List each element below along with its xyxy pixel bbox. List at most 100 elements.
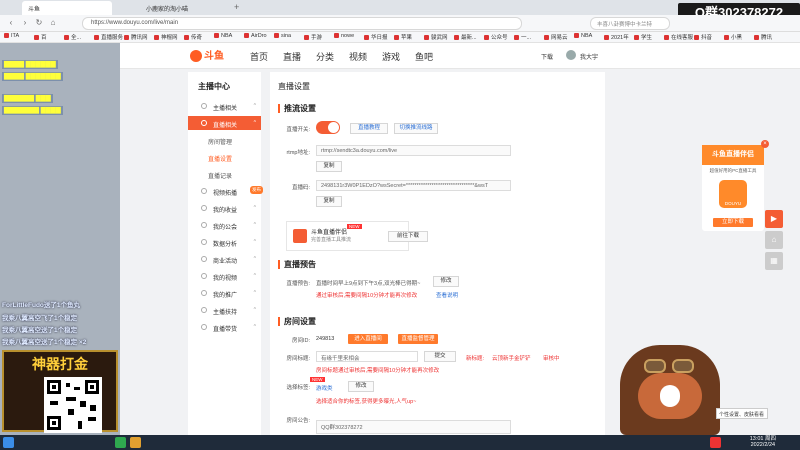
sidebar-item-label: 主播相关 xyxy=(213,106,238,112)
play-icon[interactable]: ▶ xyxy=(765,210,783,228)
bookmark-item[interactable]: 手游 xyxy=(304,33,322,41)
sidebar-item[interactable]: ^ 数据分析 xyxy=(188,235,261,249)
bookmark-item[interactable]: 腾讯 xyxy=(754,33,772,41)
sidebar-item-label: 房间管理 xyxy=(208,140,233,146)
nav-game[interactable]: 游戏 xyxy=(382,50,400,63)
tutorial-button[interactable]: 直播教程 xyxy=(350,123,388,134)
notice-edit-button[interactable]: 修改 xyxy=(433,276,459,287)
sidebar-item[interactable]: ^ 我的推广 xyxy=(188,286,261,300)
category-value[interactable]: 游戏类 xyxy=(316,384,333,392)
bookmark-item[interactable]: 直播服务 xyxy=(94,33,123,41)
home-icon[interactable]: ⌂ xyxy=(48,18,58,28)
avatar[interactable] xyxy=(566,50,576,60)
copy-rtmp-button[interactable]: 复制 xyxy=(316,161,342,172)
bookmark-item[interactable]: 小黑 xyxy=(724,33,742,41)
sidebar-item[interactable]: 直播记录 xyxy=(188,167,261,181)
grid-icon[interactable]: ▦ xyxy=(765,252,783,270)
sidebar-item[interactable]: ^ 直播带货 xyxy=(188,320,261,334)
notice-help-link[interactable]: 查看说明 xyxy=(436,291,458,299)
sidebar-item[interactable]: ^ 直播相关 xyxy=(188,116,261,130)
bookmark-icon xyxy=(724,35,729,41)
bookmark-item[interactable]: 公众号 xyxy=(484,33,508,41)
ad-close-icon[interactable]: × xyxy=(761,140,769,148)
category-edit-button[interactable]: 修改 xyxy=(348,381,374,392)
gift-line: 我乘八翼高空送了1个稳定 ×2 xyxy=(2,339,87,346)
sidebar-item[interactable]: 直播设置 xyxy=(188,150,261,164)
ad-download-button[interactable]: 立即下载 xyxy=(713,218,753,227)
room-title-input[interactable]: 有缘千里来相会 xyxy=(316,351,418,362)
sidebar-item[interactable]: ^ 我的收益 xyxy=(188,201,261,215)
clock[interactable]: 13:01 周四 2022/2/24 xyxy=(750,436,776,448)
bookmark-item[interactable]: 2021年 xyxy=(604,33,629,41)
bookmark-item[interactable]: AirDro xyxy=(244,33,267,39)
rtmp-field[interactable]: rtmp://sendtc3a.douyu.com/live xyxy=(316,145,511,156)
sidebar-item[interactable]: ^ 主播相关 xyxy=(188,99,261,113)
new-tab-icon[interactable]: + xyxy=(234,2,239,12)
enter-room-button[interactable]: 进入直播间 xyxy=(348,334,388,344)
companion-download-button[interactable]: 前往下载 xyxy=(388,231,428,242)
start-icon[interactable] xyxy=(3,437,14,448)
new-badge: NEW xyxy=(347,224,362,229)
douyu-logo[interactable]: 斗鱼 xyxy=(190,47,230,63)
bookmark-icon xyxy=(364,35,369,41)
sidebar-item-label: 我的视频 xyxy=(213,276,238,282)
bookmark-item[interactable]: 学生 xyxy=(634,33,652,41)
copy-code-button[interactable]: 复制 xyxy=(316,196,342,207)
nav-category[interactable]: 分类 xyxy=(316,50,334,63)
bookmark-item[interactable]: NBA xyxy=(574,33,592,39)
bookmark-item[interactable]: 在线客服 xyxy=(664,33,693,41)
bookmark-item[interactable]: 华日报 xyxy=(364,33,388,41)
bookmark-item[interactable]: 网易云 xyxy=(544,33,568,41)
app-icon[interactable] xyxy=(115,437,126,448)
nav-home[interactable]: 首页 xyxy=(250,50,268,63)
sidebar-item[interactable]: ^ 我的公会 xyxy=(188,218,261,232)
url-input[interactable]: https://www.douyu.com/live/main xyxy=(82,17,522,30)
tab-second[interactable]: 小鹿家的淘小喵 xyxy=(140,1,230,15)
bookmark-item[interactable]: 骏武网 xyxy=(424,33,448,41)
chevron-icon: ^ xyxy=(253,205,256,211)
bookmark-item[interactable]: NBA xyxy=(214,33,232,39)
category-hint: 选择适合你的标签,获得更多曝光,人气up~ xyxy=(316,399,417,405)
bookmark-label: 小黑 xyxy=(731,35,743,41)
bookmark-item[interactable]: 最新... xyxy=(454,33,477,41)
sidebar-item[interactable]: ^ 商业活动 xyxy=(188,252,261,266)
sidebar-item[interactable]: ^视频拓播发布 xyxy=(188,184,263,198)
notice-warning: 通过审核后,需要间隔10分钟才能再次修改 xyxy=(316,293,418,299)
bookmark-item[interactable]: 全... xyxy=(64,33,81,41)
bookmark-item[interactable]: 腾讯网 xyxy=(124,33,148,41)
sidebar-item[interactable]: ^ 我的视频 xyxy=(188,269,261,283)
forward-icon[interactable]: › xyxy=(20,18,30,28)
bookmark-item[interactable]: 传奇 xyxy=(184,33,202,41)
room-manage-button[interactable]: 直播监督管理 xyxy=(398,334,438,344)
tray-icon[interactable] xyxy=(710,437,721,448)
stream-code-field[interactable]: 2498131r3W0P1EDzO?wsSecret=*************… xyxy=(316,180,511,191)
bookmark-item[interactable]: 抖音 xyxy=(694,33,712,41)
username[interactable]: 我大宇 xyxy=(580,52,598,61)
submit-title-button[interactable]: 提交 xyxy=(424,351,456,362)
refresh-icon[interactable]: ↻ xyxy=(34,18,44,28)
bookmark-item[interactable]: 苹果 xyxy=(394,33,412,41)
sidebar-icon xyxy=(201,120,207,126)
room-notice-field[interactable]: QQ群302378272 xyxy=(316,420,511,434)
bookmark-item[interactable]: 神棍网 xyxy=(154,33,178,41)
switch-line-button[interactable]: 切换推流线路 xyxy=(394,123,438,134)
sidebar-item[interactable]: ^ 主播扶持 xyxy=(188,303,261,317)
home-icon[interactable]: ⌂ xyxy=(765,231,783,249)
chevron-icon: ^ xyxy=(253,103,256,109)
bookmark-item[interactable]: nowe xyxy=(334,33,354,39)
bookmark-item[interactable]: 百 xyxy=(34,33,47,41)
bookmark-item[interactable]: 一... xyxy=(514,33,531,41)
sidebar-icon xyxy=(201,103,207,109)
browser-search-input[interactable]: 丰喜八卦赛博中卡兰特 xyxy=(590,17,670,30)
tab-douyu[interactable]: 斗鱼 xyxy=(22,1,112,15)
sidebar-item[interactable]: 房间管理 xyxy=(188,133,261,147)
nav-yuba[interactable]: 鱼吧 xyxy=(415,50,433,63)
download-link[interactable]: 下载 xyxy=(541,52,553,61)
nav-video[interactable]: 视频 xyxy=(349,50,367,63)
bookmark-item[interactable]: ITA xyxy=(4,33,19,39)
live-switch-toggle[interactable] xyxy=(316,121,340,134)
bookmark-item[interactable]: sina xyxy=(274,33,291,39)
app-icon[interactable] xyxy=(130,437,141,448)
back-icon[interactable]: ‹ xyxy=(6,18,16,28)
nav-live[interactable]: 直播 xyxy=(283,50,301,63)
